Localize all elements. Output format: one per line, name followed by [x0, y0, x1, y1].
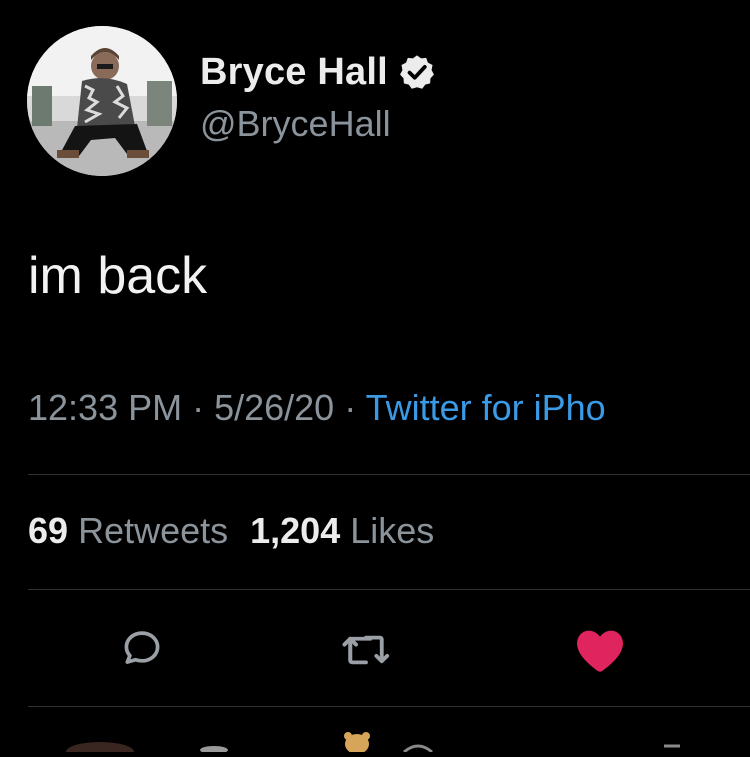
retweets-label: Retweets — [78, 510, 229, 551]
tweet-source-link[interactable]: Twitter for iPho — [366, 387, 606, 428]
divider — [28, 474, 750, 475]
heart-icon — [571, 621, 629, 684]
user-handle[interactable]: @BryceHall — [200, 103, 391, 145]
tweet-date: 5/26/20 — [214, 387, 335, 428]
like-button[interactable] — [570, 622, 630, 682]
display-name[interactable]: Bryce Hall — [200, 51, 388, 94]
retweets-count: 69 — [28, 510, 69, 551]
retweets-stat[interactable]: 69 Retweets — [28, 510, 228, 551]
reply-button[interactable] — [112, 622, 172, 682]
next-tweet-peek — [0, 728, 750, 757]
display-name-row[interactable]: Bryce Hall — [200, 48, 436, 96]
divider — [28, 589, 750, 590]
tweet-text: im back — [28, 247, 208, 305]
meta-separator: · — [182, 387, 215, 428]
tweet-time: 12:33 PM — [28, 387, 183, 428]
tweet-stats: 69 Retweets 1,204 Likes — [28, 510, 434, 552]
avatar-photo — [27, 26, 177, 176]
likes-count: 1,204 — [250, 510, 341, 551]
verified-badge-icon — [398, 53, 436, 91]
retweet-icon — [339, 623, 393, 682]
meta-separator: · — [334, 387, 366, 428]
tweet-meta: 12:33 PM · 5/26/20 · Twitter for iPho — [28, 387, 606, 429]
retweet-button[interactable] — [336, 622, 396, 682]
divider — [28, 706, 750, 707]
likes-stat[interactable]: 1,204 Likes — [250, 510, 434, 551]
avatar[interactable] — [27, 26, 177, 176]
likes-label: Likes — [350, 510, 435, 551]
tweet-detail: Bryce Hall @BryceHall im back 12:33 PM ·… — [0, 0, 750, 757]
reply-icon — [116, 624, 168, 681]
